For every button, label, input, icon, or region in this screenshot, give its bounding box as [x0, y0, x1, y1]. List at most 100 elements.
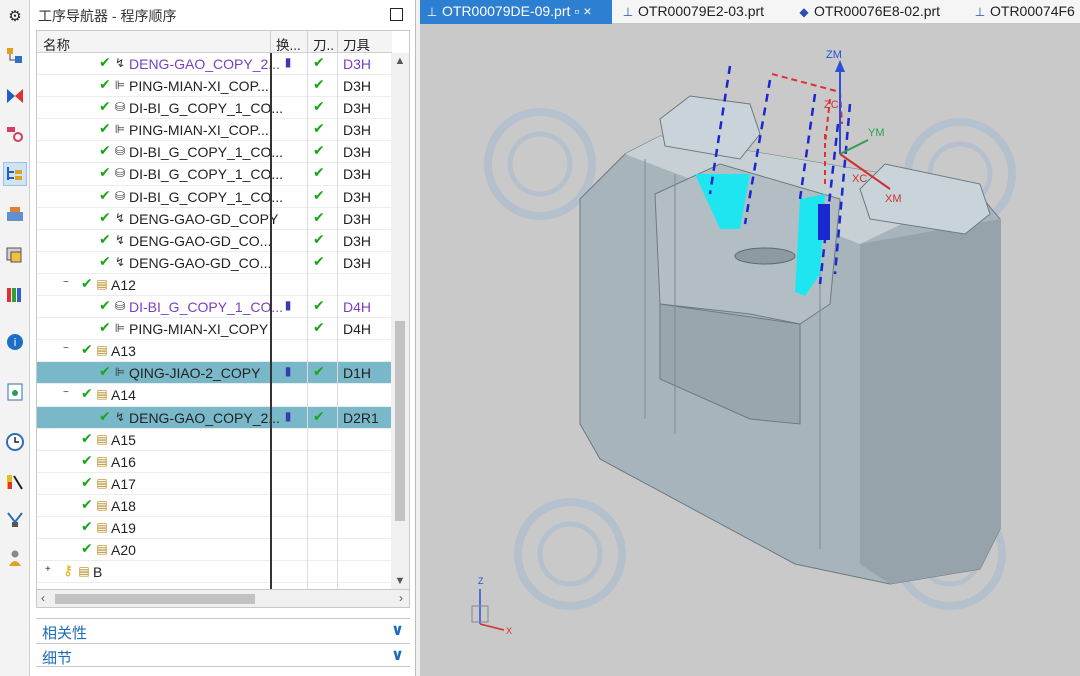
tree-row[interactable]: ✔ ▤ A19	[37, 517, 392, 540]
tree-row[interactable]: − ✔ ▤ A13	[37, 340, 392, 363]
machine-tool-icon[interactable]	[3, 202, 27, 226]
analysis-icon[interactable]	[3, 470, 27, 494]
tree-row[interactable]: ✔ ⊫ PING-MIAN-XI_COPY ✔ D4H	[37, 318, 392, 341]
tab-file-3[interactable]: ◆ OTR00076E8-02.prt	[792, 0, 946, 24]
status-check-icon: ✔	[99, 54, 111, 70]
panel-title: 工序导航器 - 程序顺序	[38, 8, 177, 24]
manufacturing-wizard-icon[interactable]	[3, 508, 27, 532]
column-name-header[interactable]: 名称	[43, 34, 70, 54]
cavity-icon: ⛁	[114, 100, 126, 115]
column-toolpath-header[interactable]: 刀..	[313, 34, 334, 54]
operation-name: QING-JIAO-2_COPY	[129, 365, 261, 382]
info-icon[interactable]: i	[3, 330, 27, 354]
tab-file-4[interactable]: ⊥ OTR00074F6	[968, 0, 1080, 24]
column-toolchange-header[interactable]: 换...	[276, 34, 301, 54]
scroll-left-icon[interactable]: ‹	[41, 591, 45, 605]
vertical-scroll-thumb[interactable]	[395, 321, 405, 521]
role-icon[interactable]	[3, 546, 27, 570]
status-check-icon: ✔	[99, 98, 111, 115]
toolpath-check-icon: ✔	[313, 186, 325, 203]
collapse-icon[interactable]: −	[63, 388, 73, 398]
details-label: 细节	[42, 650, 73, 667]
vertical-scrollbar[interactable]: ▲ ▼	[391, 53, 409, 589]
toolpath-check-icon: ✔	[313, 98, 325, 115]
tool-name: D3H	[343, 210, 372, 227]
3d-viewport[interactable]: ZM YM XM ZC XC Z X	[420, 24, 1080, 676]
maximize-icon[interactable]	[390, 8, 403, 21]
status-check-icon: ✔	[99, 142, 111, 159]
status-check-icon: ✔	[99, 252, 111, 269]
tree-row[interactable]: ✔ ⊫ QING-JIAO-2_COPY ▮ ✔ D1H	[37, 362, 392, 385]
tree-row[interactable]: ✔ ⊫ PING-MIAN-XI_COP... ✔ D3H	[37, 75, 392, 98]
details-section[interactable]: 细节 ∨	[36, 643, 410, 667]
status-check-icon: ✔	[81, 274, 93, 291]
tree-row[interactable]: ✔ ▤ A16	[37, 451, 392, 473]
tool-name: D3H	[343, 232, 372, 249]
cavity-icon: ⛁	[114, 299, 126, 314]
tree-row[interactable]: ✔ ↯ DENG-GAO_COPY_2... ▮ ✔ D3H	[37, 53, 392, 76]
planar-icon: ⊫	[114, 321, 126, 336]
document-icon[interactable]	[3, 380, 27, 404]
constraint-navigator-icon[interactable]	[3, 122, 27, 146]
tree-row[interactable]: ✔ ↯ DENG-GAO_COPY_2... ▮ ✔ D2R1	[37, 406, 392, 429]
operation-name: PING-MIAN-XI_COPY	[129, 321, 269, 338]
part-navigator-icon[interactable]	[3, 44, 27, 68]
program-folder-icon: ▤	[96, 519, 108, 534]
tree-row[interactable]: ✔ ⛁ DI-BI_G_COPY_1_CO... ✔ D3H	[37, 141, 392, 164]
operation-navigator-icon[interactable]	[3, 162, 27, 186]
operation-name: A19	[111, 519, 136, 536]
tree-row[interactable]: ✔ ↯ DENG-GAO-GD_COPY ✔ D3H	[37, 208, 392, 230]
tab-label: OTR00076E8-02.prt	[814, 3, 941, 19]
collapse-icon[interactable]: −	[63, 344, 73, 354]
operation-name: A18	[111, 497, 136, 514]
close-icon[interactable]: ×	[583, 3, 591, 19]
tree-row[interactable]: ✔ ⛁ DI-BI_G_COPY_1_CO... ✔ D3H	[37, 163, 392, 186]
tree-row[interactable]: ✔ ▤ A20	[37, 539, 392, 562]
chevron-down-icon[interactable]: ∨	[391, 620, 404, 640]
chevron-down-icon[interactable]: ∨	[391, 645, 404, 665]
tree-row[interactable]: ✔ ↯ DENG-GAO-GD_CO... ✔ D3H	[37, 230, 392, 252]
expand-icon[interactable]: +	[45, 565, 55, 575]
tree-row[interactable]: ✔ ▤ A17	[37, 473, 392, 495]
scroll-up-icon[interactable]: ▲	[391, 55, 409, 67]
status-check-icon: ✔	[99, 164, 111, 181]
palette-icon[interactable]	[3, 282, 27, 306]
operation-name: DI-BI_G_COPY_1_CO...	[129, 166, 284, 183]
axis-label-ym: YM	[868, 127, 885, 139]
status-check-icon: ✔	[81, 495, 93, 512]
tree-row[interactable]: − ✔ ▤ A14	[37, 384, 392, 407]
triad-label-z: Z	[478, 576, 484, 586]
tree-row[interactable]: ✔ ▤ A18	[37, 495, 392, 517]
tree-row[interactable]: ✔ ↯ DENG-GAO-GD_CO... ✔ D3H	[37, 252, 392, 274]
operation-name: A12	[111, 276, 136, 293]
tree-row[interactable]: ✔ ⊫ PING-MIAN-XI_COP... ✔ D3H	[37, 119, 392, 142]
tab-file-2[interactable]: ⊥ OTR00079E2-03.prt	[616, 0, 770, 24]
tree-row[interactable]: ✔ ▤ A15	[37, 429, 392, 451]
tab-file-1[interactable]: ⊥ OTR00079DE-09.prt ▫ ×	[420, 0, 612, 24]
settings-icon[interactable]: ⚙	[3, 4, 27, 28]
tool-name: D4H	[343, 321, 372, 338]
pin-icon[interactable]: ▫	[574, 3, 579, 19]
operation-tree: 名称 换... 刀.. 刀具 ✔ ↯ DENG-GAO_COPY_2... ▮ ✔ D3H…	[36, 30, 410, 590]
operation-name: DENG-GAO-GD_CO...	[129, 232, 272, 249]
horizontal-scrollbar[interactable]: ‹ ›	[36, 590, 410, 608]
collapse-icon[interactable]: −	[63, 277, 73, 288]
tree-row[interactable]: ✔ ⛁ DI-BI_G_COPY_1_CO... ✔ D3H	[37, 97, 392, 120]
horizontal-scroll-thumb[interactable]	[55, 594, 255, 604]
scroll-down-icon[interactable]: ▼	[391, 575, 409, 587]
assembly-navigator-icon[interactable]	[3, 84, 27, 108]
status-check-icon: ✔	[81, 385, 93, 402]
file-tabs: ⊥ OTR00079DE-09.prt ▫ × ⊥ OTR00079E2-03.prt …	[420, 0, 1080, 24]
tree-row[interactable]: ✔ ⛁ DI-BI_G_COPY_1_CO... ▮ ✔ D4H	[37, 296, 392, 319]
deng-gao-icon: ↯	[114, 56, 126, 70]
tree-row[interactable]: ✔ ⛁ DI-BI_G_COPY_1_CO... ✔ D3H	[37, 186, 392, 208]
tree-row[interactable]: + ⚷ ▤ B	[37, 561, 392, 584]
history-icon[interactable]	[3, 430, 27, 454]
scroll-right-icon[interactable]: ›	[399, 591, 403, 605]
related-section[interactable]: 相关性 ∨	[36, 618, 410, 642]
column-tool-header[interactable]: 刀具	[343, 34, 370, 54]
operation-name: A17	[111, 475, 136, 492]
operation-name: DI-BI_G_COPY_1_CO...	[129, 188, 284, 205]
reuse-library-icon[interactable]	[3, 242, 27, 266]
tree-row[interactable]: − ✔ ▤ A12	[37, 274, 392, 297]
